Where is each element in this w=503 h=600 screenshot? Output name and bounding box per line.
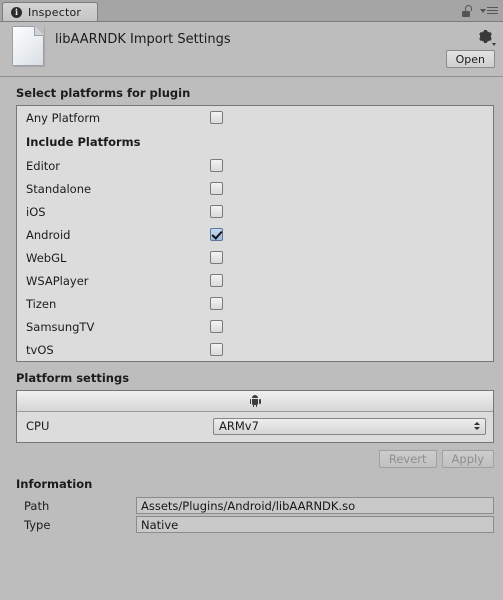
tab-inspector-label: Inspector — [28, 5, 82, 19]
information-value-path: Assets/Plugins/Android/libAARNDK.so — [136, 497, 494, 514]
cpu-dropdown[interactable]: ARMv7 — [213, 417, 486, 435]
tab-bar-controls — [462, 0, 498, 21]
open-button[interactable]: Open — [445, 50, 495, 68]
inspector-body: Select platforms for plugin Any Platform… — [0, 86, 503, 534]
platform-row-tvos[interactable]: tvOS — [17, 338, 493, 361]
asset-title: libAARNDK Import Settings — [55, 32, 231, 47]
cpu-setting-row: CPU ARMv7 — [26, 417, 486, 435]
platform-row-ios[interactable]: iOS — [17, 200, 493, 223]
platform-row-wsaplayer[interactable]: WSAPlayer — [17, 269, 493, 292]
platform-label-tizen: Tizen — [26, 296, 57, 311]
platform-settings-actions: Revert Apply — [0, 450, 494, 468]
hamburger-menu-icon[interactable] — [480, 6, 498, 15]
platform-label-tvos: tvOS — [26, 342, 54, 357]
asset-header: libAARNDK Import Settings Open — [0, 22, 503, 77]
info-circle-icon: i — [11, 6, 22, 18]
inspector-tab-bar: i Inspector — [0, 0, 503, 22]
document-file-icon — [12, 26, 44, 66]
platform-checkbox-tizen[interactable] — [210, 297, 223, 310]
platform-label-any: Any Platform — [26, 110, 101, 125]
platform-row-samsungtv[interactable]: SamsungTV — [17, 315, 493, 338]
cpu-label: CPU — [26, 419, 50, 433]
apply-button[interactable]: Apply — [441, 450, 494, 468]
platform-label-android: Android — [26, 227, 71, 242]
platform-row-standalone[interactable]: Standalone — [17, 177, 493, 200]
platform-checkbox-any[interactable] — [210, 111, 223, 124]
information-row-path: Path Assets/Plugins/Android/libAARNDK.so — [0, 496, 503, 515]
platform-checkbox-android[interactable] — [210, 228, 223, 241]
platform-checkbox-webgl[interactable] — [210, 251, 223, 264]
platform-label-ios: iOS — [26, 204, 46, 219]
information-section-title: Information — [16, 477, 93, 491]
platform-label-standalone: Standalone — [26, 181, 92, 196]
platform-label-samsungtv: SamsungTV — [26, 319, 95, 334]
information-value-type: Native — [136, 516, 494, 533]
platform-label-wsaplayer: WSAPlayer — [26, 273, 89, 288]
information-row-type: Type Native — [0, 515, 503, 534]
platform-checkbox-samsungtv[interactable] — [210, 320, 223, 333]
platforms-section-title: Select platforms for plugin — [16, 86, 191, 100]
platform-row-tizen[interactable]: Tizen — [17, 292, 493, 315]
revert-button[interactable]: Revert — [378, 450, 437, 468]
platform-row-any[interactable]: Any Platform — [17, 106, 493, 129]
platform-settings-section-title: Platform settings — [16, 371, 130, 385]
include-platforms-label: Include Platforms — [26, 134, 141, 149]
platform-row-android[interactable]: Android — [17, 223, 493, 246]
platforms-panel: Any Platform Include Platforms Editor St… — [16, 105, 494, 362]
platform-row-editor[interactable]: Editor — [17, 154, 493, 177]
platform-row-webgl[interactable]: WebGL — [17, 246, 493, 269]
android-robot-icon[interactable] — [249, 395, 261, 407]
platform-checkbox-wsaplayer[interactable] — [210, 274, 223, 287]
platform-label-webgl: WebGL — [26, 250, 67, 265]
platform-checkbox-standalone[interactable] — [210, 182, 223, 195]
chevron-updown-icon — [474, 422, 480, 430]
include-platforms-group-label: Include Platforms — [17, 129, 493, 154]
platform-settings-panel: CPU ARMv7 — [16, 390, 494, 443]
gear-icon[interactable] — [479, 30, 496, 46]
lock-open-icon[interactable] — [462, 4, 473, 17]
information-label-type: Type — [24, 517, 51, 532]
cpu-dropdown-value: ARMv7 — [219, 419, 259, 433]
platform-settings-tabstrip[interactable] — [17, 391, 493, 412]
platform-settings-body: CPU ARMv7 — [17, 412, 493, 442]
platform-label-editor: Editor — [26, 158, 61, 173]
platform-checkbox-editor[interactable] — [210, 159, 223, 172]
information-label-path: Path — [24, 498, 50, 513]
platform-checkbox-tvos[interactable] — [210, 343, 223, 356]
platform-checkbox-ios[interactable] — [210, 205, 223, 218]
tab-inspector[interactable]: i Inspector — [2, 2, 99, 21]
